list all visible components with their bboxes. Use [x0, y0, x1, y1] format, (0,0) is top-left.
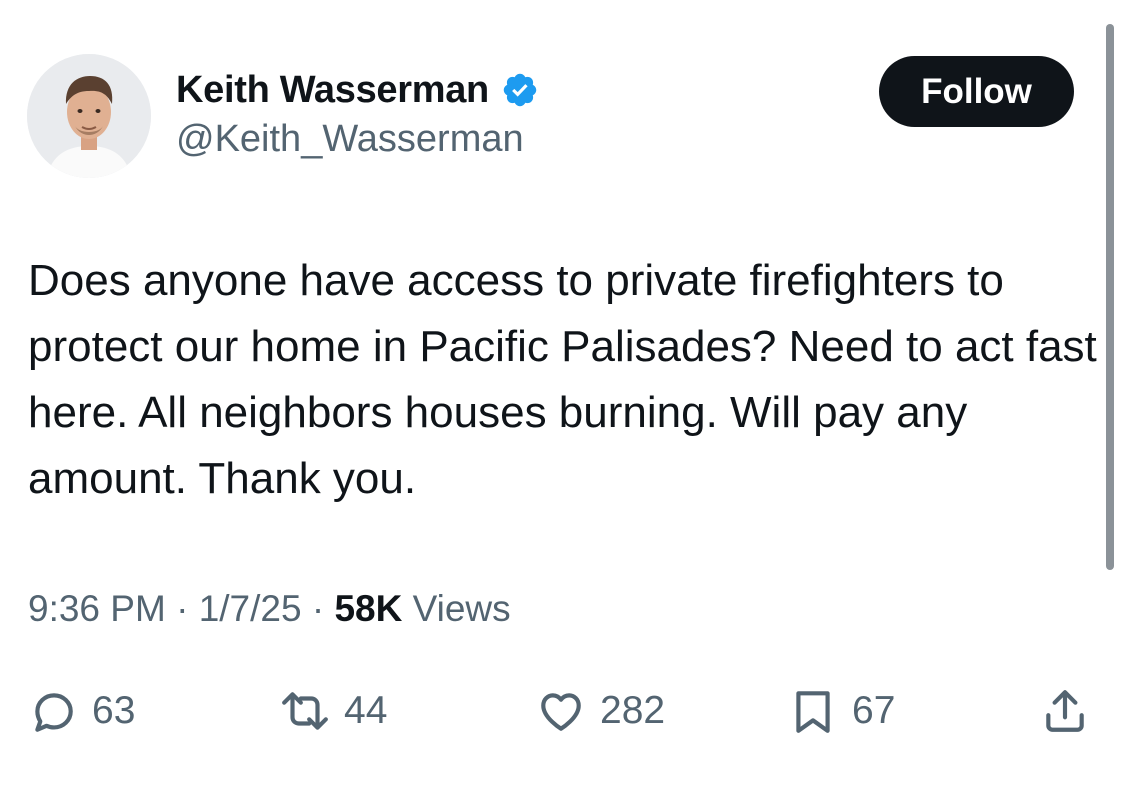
follow-button[interactable]: Follow — [879, 56, 1074, 127]
reply-icon — [35, 693, 73, 732]
repost-button[interactable]: 44 — [280, 676, 387, 746]
heart-icon — [541, 693, 581, 731]
repost-count: 44 — [344, 689, 388, 732]
meta-separator: · — [311, 588, 325, 629]
tweet-text: Does anyone have access to private firef… — [28, 256, 1097, 503]
author-handle[interactable]: @Keith_Wasserman — [176, 118, 524, 161]
views-count[interactable]: 58K — [334, 588, 402, 629]
verified-badge-icon[interactable] — [501, 71, 539, 109]
tweet-time[interactable]: 9:36 PM — [28, 588, 166, 629]
like-count: 282 — [600, 689, 666, 732]
tweet-date[interactable]: 1/7/25 — [199, 588, 302, 629]
bookmark-button[interactable]: 67 — [788, 676, 895, 746]
tweet-meta: 9:36 PM · 1/7/25 · 58K Views — [28, 588, 511, 630]
avatar[interactable] — [27, 54, 151, 178]
author-name-row: Keith Wasserman — [176, 66, 539, 114]
reply-count: 63 — [92, 689, 136, 732]
share-icon — [1046, 690, 1084, 732]
tweet-actions: 63 44 282 67 — [0, 676, 1125, 746]
meta-separator: · — [176, 588, 189, 629]
scrollbar[interactable] — [1106, 24, 1114, 570]
profile-photo-icon — [27, 54, 151, 178]
share-button[interactable] — [1040, 676, 1090, 746]
author-display-name[interactable]: Keith Wasserman — [176, 69, 489, 112]
bookmark-count: 67 — [852, 689, 896, 732]
views-label[interactable]: Views — [413, 588, 511, 629]
repost-icon — [282, 692, 328, 730]
bookmark-icon — [796, 691, 830, 733]
like-button[interactable]: 282 — [536, 676, 665, 746]
reply-button[interactable]: 63 — [28, 676, 135, 746]
